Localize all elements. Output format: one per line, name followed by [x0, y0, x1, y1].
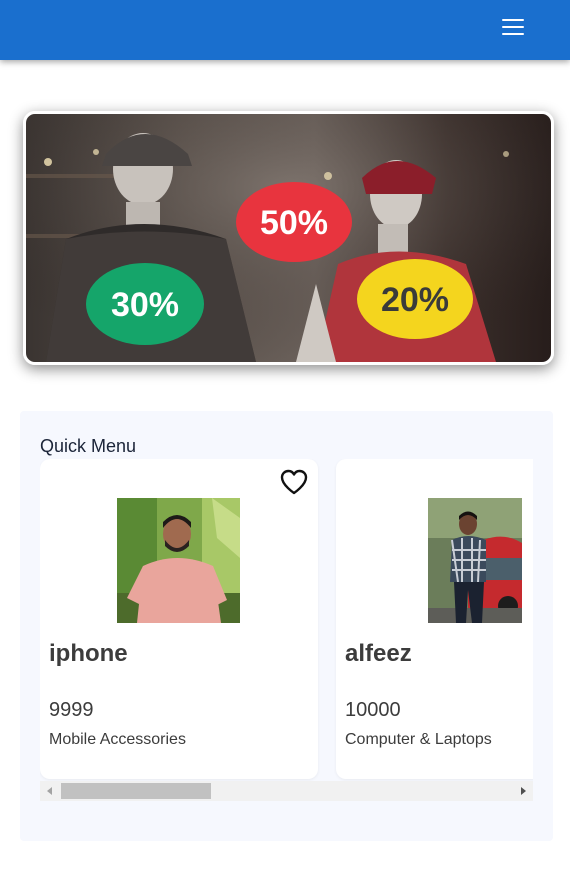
horizontal-scrollbar[interactable]	[40, 781, 533, 801]
product-photo	[428, 498, 522, 623]
scrollbar-thumb[interactable]	[61, 783, 211, 799]
app-bar	[0, 0, 570, 60]
product-card[interactable]: iphone 9999 Mobile Accessories	[40, 459, 318, 779]
quick-menu-scroller[interactable]: iphone 9999 Mobile Accessories alfeez 10…	[40, 459, 533, 801]
hamburger-menu-icon[interactable]	[496, 14, 530, 40]
product-name: iphone	[49, 640, 128, 667]
discount-badge-50: 50%	[260, 204, 328, 242]
quick-menu-section: Quick Menu iphone 9999 Mobile Accessorie…	[20, 411, 553, 841]
product-photo	[117, 498, 240, 623]
quick-menu-title: Quick Menu	[40, 436, 137, 456]
heart-outline-icon[interactable]	[279, 468, 309, 496]
product-name: alfeez	[345, 640, 412, 667]
promo-banner[interactable]: 50% 30% 20%	[23, 111, 554, 365]
discount-badge-30: 30%	[111, 286, 179, 324]
discount-badge-20: 20%	[381, 281, 449, 319]
product-category: Computer & Laptops	[345, 731, 492, 748]
scroll-left-arrow-icon[interactable]	[40, 781, 60, 801]
scroll-right-arrow-icon[interactable]	[513, 781, 533, 801]
promo-banner-image: 50% 30% 20%	[26, 114, 551, 362]
product-category: Mobile Accessories	[49, 731, 186, 748]
product-card[interactable]: alfeez 10000 Computer & Laptops	[336, 459, 533, 779]
product-price: 9999	[49, 699, 94, 721]
product-price: 10000	[345, 699, 401, 721]
